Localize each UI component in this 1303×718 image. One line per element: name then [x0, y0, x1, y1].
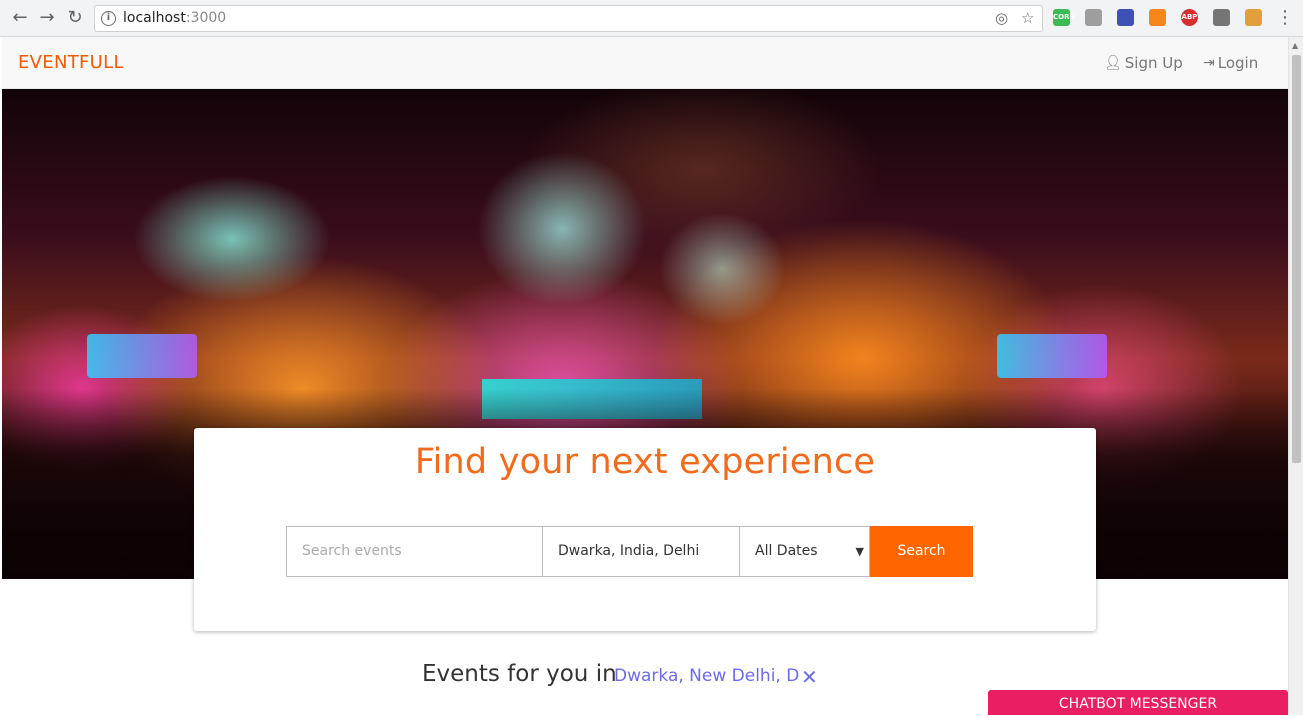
- events-location-link[interactable]: Dwarka, New Delhi, D: [614, 666, 799, 686]
- led-screen-right: [997, 334, 1107, 378]
- location-icon[interactable]: ◎: [995, 9, 1008, 27]
- scroll-up-icon[interactable]: ▲: [1292, 41, 1298, 50]
- address-bar[interactable]: i localhost:3000 ◎ ☆: [94, 5, 1043, 32]
- screen-extension-icon[interactable]: [1085, 9, 1102, 26]
- star-icon[interactable]: ☆: [1021, 9, 1034, 27]
- led-screen-left: [87, 334, 197, 378]
- app-navbar: EVENTFULL 👤︎ Sign Up ⇥ Login: [2, 37, 1288, 89]
- close-icon[interactable]: ✕: [801, 665, 818, 689]
- search-card: Find your next experience Search events …: [194, 428, 1096, 631]
- chatbot-messenger-button[interactable]: CHATBOT MESSENGER: [988, 690, 1288, 715]
- info-icon[interactable]: i: [101, 11, 116, 26]
- signup-link[interactable]: 👤︎ Sign Up: [1104, 54, 1183, 72]
- date-select[interactable]: All Dates ▼: [739, 526, 870, 577]
- date-select-value: All Dates: [755, 543, 818, 559]
- menu-kebab-icon[interactable]: ⋮: [1273, 6, 1297, 30]
- search-input[interactable]: Search events: [286, 526, 543, 577]
- reload-icon[interactable]: ↻: [63, 6, 87, 30]
- url-port: :3000: [185, 10, 227, 26]
- cors-extension-icon[interactable]: CORS: [1053, 9, 1075, 26]
- adblock-extension-icon[interactable]: ABP: [1181, 9, 1198, 26]
- search-button[interactable]: Search: [870, 526, 973, 577]
- arrow-left-icon[interactable]: ←: [8, 6, 32, 30]
- dropper-extension-icon[interactable]: [1117, 9, 1134, 26]
- hero-heading: Find your next experience: [414, 442, 876, 482]
- browser-toolbar: ← → ↻ i localhost:3000 ◎ ☆ CORS ABP ⋮: [0, 0, 1303, 37]
- url-host: localhost: [123, 10, 186, 26]
- login-label: Login: [1217, 54, 1259, 72]
- location-input[interactable]: Dwarka, India, Delhi: [542, 526, 740, 577]
- arrow-right-icon[interactable]: →: [35, 6, 59, 30]
- page-scrollbar[interactable]: ▲: [1288, 37, 1303, 715]
- cookie-extension-icon[interactable]: [1245, 9, 1262, 26]
- login-icon: ⇥: [1203, 55, 1215, 71]
- events-heading: Events for you in: [422, 661, 617, 687]
- user-icon: 👤︎: [1104, 55, 1122, 71]
- scrollbar-thumb[interactable]: [1292, 55, 1301, 463]
- url-text: localhost:3000: [123, 10, 226, 26]
- circle-extension-icon[interactable]: [1213, 9, 1230, 26]
- signup-label: Sign Up: [1124, 54, 1183, 72]
- brand-logo[interactable]: EVENTFULL: [18, 52, 124, 73]
- caret-down-icon: ▼: [855, 545, 864, 558]
- fox-extension-icon[interactable]: [1149, 9, 1166, 26]
- login-link[interactable]: ⇥ Login: [1203, 54, 1258, 72]
